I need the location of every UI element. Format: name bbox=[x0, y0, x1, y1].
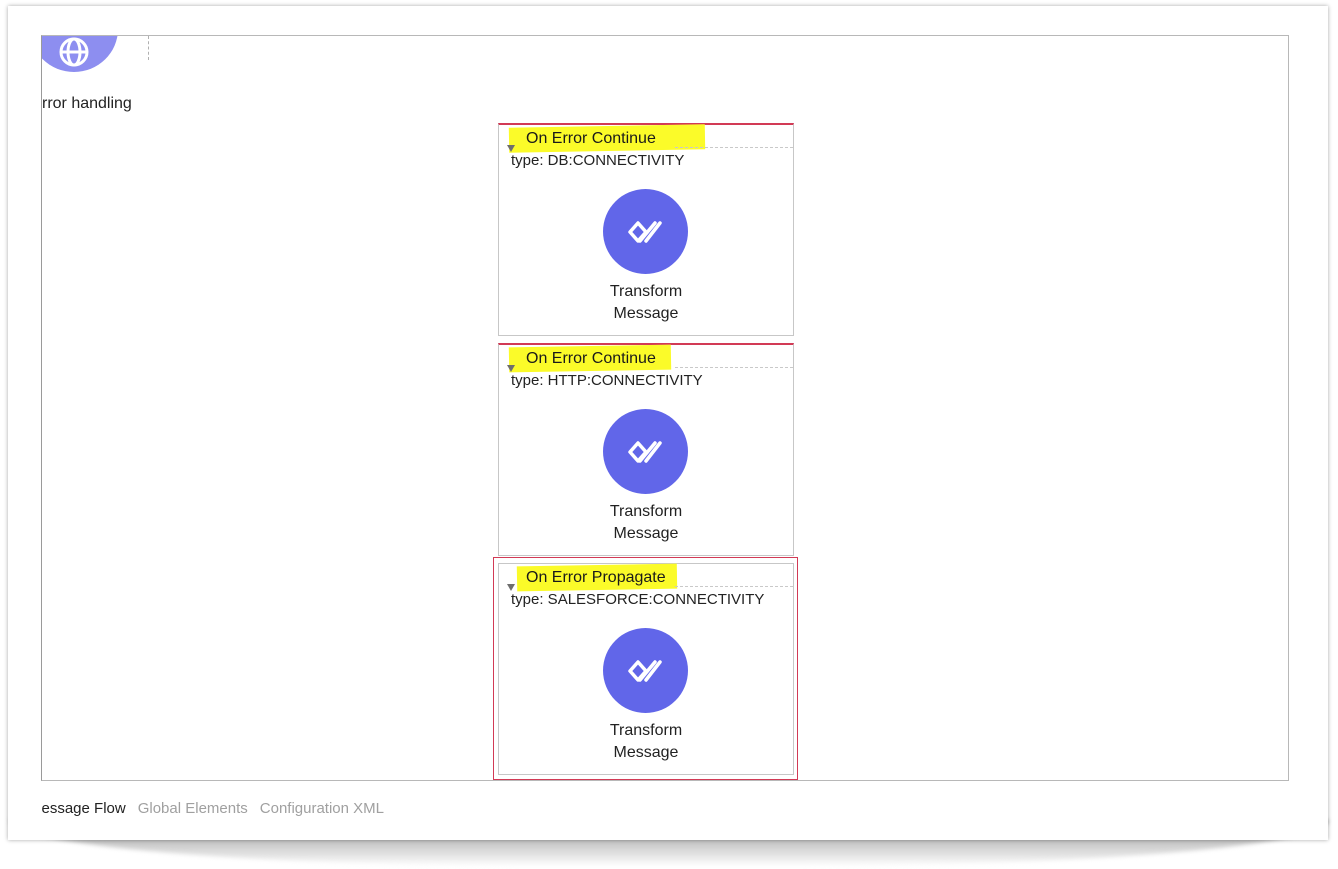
component-label: Transform Message bbox=[609, 283, 683, 322]
transform-message-component[interactable] bbox=[603, 628, 688, 713]
component-label: Transform Message bbox=[609, 503, 683, 542]
on-error-continue-http-handler[interactable]: On Error Continue type: HTTP:CONNECTIVIT… bbox=[498, 343, 794, 556]
editor-tabs: Message Flow Global Elements Configuration… bbox=[41, 800, 641, 817]
error-handling-label: rror handling bbox=[42, 95, 132, 112]
tab-global-elements[interactable]: Global Elements bbox=[138, 800, 248, 817]
transform-message-component[interactable] bbox=[603, 189, 688, 274]
handler-error-type: type: DB:CONNECTIVITY bbox=[511, 152, 685, 169]
flow-connector-line bbox=[148, 36, 149, 60]
on-error-continue-db-handler[interactable]: On Error Continue type: DB:CONNECTIVITY … bbox=[498, 123, 794, 336]
dataweave-transform-icon bbox=[628, 660, 662, 682]
handler-title: On Error Continue bbox=[526, 350, 656, 367]
title-divider bbox=[675, 586, 793, 587]
globe-icon bbox=[59, 37, 89, 67]
tab-message-flow[interactable]: Message Flow bbox=[41, 800, 126, 817]
handler-title: On Error Propagate bbox=[526, 569, 666, 586]
top-component[interactable] bbox=[42, 36, 118, 72]
handler-error-type: type: HTTP:CONNECTIVITY bbox=[511, 372, 703, 389]
title-divider bbox=[675, 367, 793, 368]
flow-canvas[interactable]: rror handling On Error Continue type: DB… bbox=[41, 35, 1289, 781]
handler-error-type: type: SALESFORCE:CONNECTIVITY bbox=[511, 591, 765, 608]
on-error-propagate-salesforce-handler[interactable]: On Error Propagate type: SALESFORCE:CONN… bbox=[498, 563, 794, 775]
transform-message-component[interactable] bbox=[603, 409, 688, 494]
tab-configuration-xml[interactable]: Configuration XML bbox=[260, 800, 384, 817]
screenshot-frame: rror handling On Error Continue type: DB… bbox=[8, 6, 1328, 840]
component-label: Transform Message bbox=[609, 722, 683, 761]
title-divider bbox=[675, 147, 793, 148]
handler-title: On Error Continue bbox=[526, 130, 656, 147]
dataweave-transform-icon bbox=[628, 441, 662, 463]
dataweave-transform-icon bbox=[628, 221, 662, 243]
